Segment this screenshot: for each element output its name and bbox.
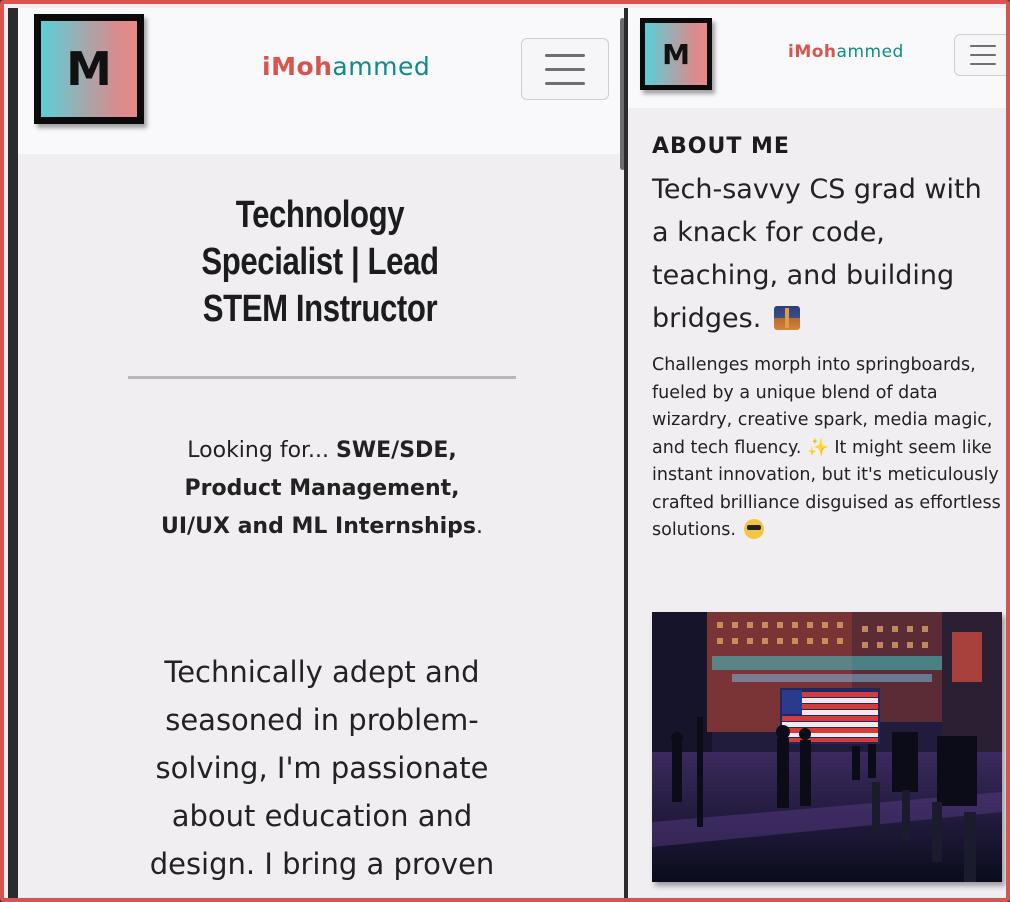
menu-toggle-button[interactable] — [521, 38, 609, 100]
hamburger-icon-bar — [545, 81, 585, 85]
section-divider — [128, 376, 516, 379]
hamburger-icon — [970, 45, 996, 47]
looking-suffix: . — [476, 514, 483, 539]
bridge-at-night-icon — [773, 306, 800, 330]
hamburger-icon — [545, 53, 585, 57]
hamburger-icon-bar — [545, 67, 585, 71]
navbar: M iMohammed — [628, 8, 1006, 108]
about-lead-text: Tech-savvy CS grad with a knack for code… — [652, 174, 982, 334]
pitch-paragraph: Technically adept and seasoned in proble… — [149, 655, 495, 898]
hamburger-icon-bar — [970, 63, 996, 65]
brand-name[interactable]: iMohammed — [788, 42, 904, 62]
logo-letter: M — [66, 42, 112, 96]
hamburger-icon-bar — [970, 54, 996, 56]
logo-badge[interactable]: M — [34, 14, 144, 124]
brand-name-accent: iMoh — [262, 52, 333, 81]
logo-badge[interactable]: M — [640, 18, 712, 90]
looking-prefix: Looking for... — [187, 438, 337, 463]
looking-for-text: Looking for... SWE/SDE, Product Manageme… — [128, 432, 516, 546]
brand-name-accent: iMoh — [788, 42, 837, 62]
city-night-photo — [652, 612, 1002, 882]
looking-role-3: UI/UX and ML Internships — [161, 514, 476, 539]
brand-name[interactable]: iMohammed — [262, 52, 430, 81]
smiling-face-with-sunglasses-icon — [743, 519, 764, 539]
sparkles-icon: ✨ — [807, 437, 829, 458]
window-gutter — [8, 8, 18, 898]
about-body: Challenges morph into springboards, fuel… — [652, 352, 1002, 545]
brand-name-rest: ammed — [836, 42, 904, 62]
brand-name-rest: ammed — [332, 52, 431, 81]
left-viewport: M iMohammed Technology Specialist | Lead… — [18, 8, 624, 898]
menu-toggle-button[interactable] — [954, 34, 1006, 76]
hero-title: Technology Specialist | Lead STEM Instru… — [201, 194, 439, 330]
looking-role-1: SWE/SDE, — [336, 438, 457, 463]
about-lead: Tech-savvy CS grad with a knack for code… — [652, 168, 1002, 340]
looking-role-2: Product Management, — [184, 476, 460, 501]
navbar: M iMohammed — [18, 8, 624, 154]
logo-letter: M — [662, 37, 690, 71]
about-heading: ABOUT ME — [652, 134, 790, 159]
browser-frame: M iMohammed Technology Specialist | Lead… — [0, 0, 1010, 902]
right-viewport: M iMohammed ABOUT ME Tech-savvy CS grad … — [628, 8, 1006, 898]
